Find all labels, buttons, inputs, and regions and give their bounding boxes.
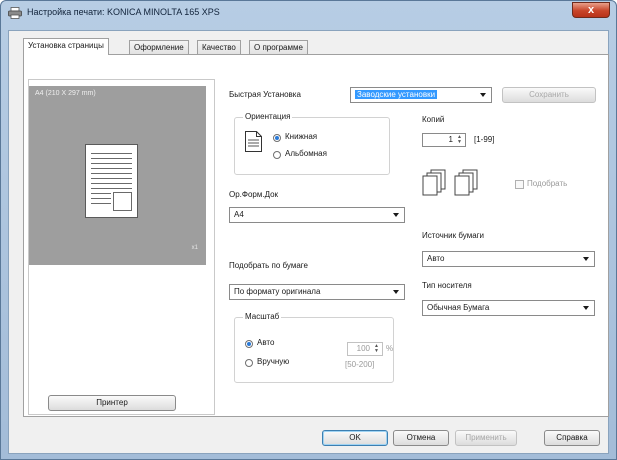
paper-source-dropdown[interactable]: Авто: [422, 251, 595, 267]
chevron-down-icon: [583, 306, 589, 310]
tab-layout[interactable]: Оформление: [129, 40, 189, 54]
title-bar[interactable]: Настройка печати: KONICA MINOLTA 165 XPS…: [1, 1, 616, 25]
dialog-buttons: OK Отмена Применить Справка: [9, 423, 608, 453]
scale-auto-label: Авто: [257, 338, 275, 347]
quick-setup-label: Быстрая Установка: [229, 90, 301, 99]
scale-value: 100: [356, 344, 370, 353]
help-button[interactable]: Справка: [544, 430, 600, 446]
chevron-down-icon: [393, 290, 399, 294]
orientation-group-title: Ориентация: [243, 112, 293, 121]
fit-to-paper-label: Подобрать по бумаге: [229, 261, 308, 270]
save-quick-setup-button[interactable]: Сохранить: [502, 87, 596, 103]
collate-pages-icon: [422, 169, 478, 196]
orientation-group: Ориентация Книжная Альбомная: [234, 112, 390, 175]
scale-group-title: Масштаб: [243, 312, 282, 321]
close-button[interactable]: x: [572, 2, 610, 18]
collate-checkbox[interactable]: [515, 180, 524, 189]
ok-button[interactable]: OK: [322, 430, 388, 446]
chevron-down-icon: [480, 93, 486, 97]
printer-icon: [8, 7, 22, 19]
close-icon: x: [587, 4, 595, 16]
cancel-button[interactable]: Отмена: [393, 430, 449, 446]
stepper-arrows-icon[interactable]: ▲ ▼: [455, 135, 464, 145]
portrait-radio[interactable]: [273, 134, 281, 142]
fit-to-paper-dropdown[interactable]: По формату оригинала: [229, 284, 405, 300]
tab-quality[interactable]: Качество: [197, 40, 241, 54]
scale-group: Масштаб Авто Вручную 100 ▲ ▼ % [50-200]: [234, 312, 394, 383]
window-title: Настройка печати: KONICA MINOLTA 165 XPS: [27, 7, 220, 17]
quick-setup-dropdown[interactable]: Заводские установки: [350, 87, 492, 103]
tab-about[interactable]: О программе: [249, 40, 308, 54]
printer-button[interactable]: Принтер: [48, 395, 176, 411]
chevron-down-icon: [393, 213, 399, 217]
portrait-page-icon: [245, 131, 262, 152]
scale-unit: %: [386, 344, 394, 353]
document-thumbnail-icon: [85, 144, 138, 218]
copies-stepper[interactable]: 1 ▲ ▼: [422, 133, 466, 147]
stepper-arrows-icon[interactable]: ▲ ▼: [372, 344, 381, 354]
landscape-radio[interactable]: [273, 151, 281, 159]
original-size-label: Ор.Форм.Док: [229, 190, 279, 199]
scale-auto-radio[interactable]: [245, 340, 253, 348]
scale-manual-radio[interactable]: [245, 359, 253, 367]
media-type-dropdown[interactable]: Обычная Бумага: [422, 300, 595, 316]
page-setup-panel: A4 (210 X 297 mm) x1 Принтер Быстрая Уст…: [23, 54, 609, 417]
apply-button[interactable]: Применить: [455, 430, 517, 446]
media-type-label: Тип носителя: [422, 281, 472, 290]
dialog-client: Установка страницы Оформление Качество О…: [8, 30, 609, 454]
original-size-dropdown[interactable]: A4: [229, 207, 405, 223]
scale-manual-label: Вручную: [257, 357, 290, 366]
scale-stepper[interactable]: 100 ▲ ▼: [347, 342, 383, 356]
copies-marker: x1: [191, 245, 198, 251]
chevron-down-icon: [583, 257, 589, 261]
page-preview: A4 (210 X 297 mm) x1: [29, 86, 206, 265]
paper-source-label: Источник бумаги: [422, 231, 485, 240]
copies-value: 1: [448, 135, 453, 144]
scale-range: [50-200]: [345, 360, 375, 369]
portrait-label: Книжная: [285, 132, 318, 141]
tab-page-setup[interactable]: Установка страницы: [23, 38, 109, 55]
landscape-label: Альбомная: [285, 149, 327, 158]
collate-label: Подобрать: [527, 179, 568, 188]
printing-preferences-window: Настройка печати: KONICA MINOLTA 165 XPS…: [0, 0, 617, 460]
paper-size-label: A4 (210 X 297 mm): [35, 90, 96, 97]
copies-range: [1-99]: [474, 135, 495, 144]
copies-label: Копий: [422, 115, 445, 124]
